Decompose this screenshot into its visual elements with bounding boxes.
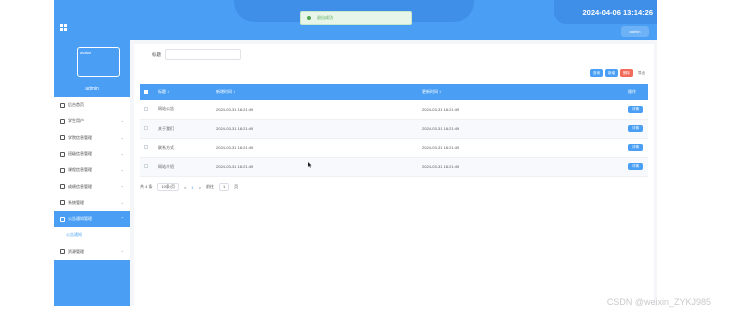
search-button[interactable]: 查询 bbox=[590, 69, 603, 77]
success-toast: 退出成功 bbox=[300, 11, 412, 25]
table-header-row: 标题 ↕ 新增时间 ↕ 更新时间 ↕ 操作 bbox=[140, 84, 648, 100]
chevron-down-icon: ⌄ bbox=[120, 199, 124, 205]
sidebar-item-label: 资源管理 bbox=[68, 248, 84, 254]
prev-page-button[interactable]: < bbox=[184, 185, 186, 190]
row-checkbox[interactable] bbox=[144, 145, 148, 149]
cell-created: 2024-03-31 18:21:49 bbox=[216, 164, 254, 169]
sidebar-item-course[interactable]: 课程信息管理 ⌄ bbox=[54, 162, 130, 178]
cell-updated: 2024-03-31 18:21:49 bbox=[422, 164, 460, 169]
table-icon bbox=[60, 249, 65, 255]
sidebar-item-notices[interactable]: 公告通知管理 ⌃ bbox=[54, 211, 130, 228]
row-checkbox[interactable] bbox=[144, 106, 148, 111]
current-page[interactable]: 1 bbox=[191, 185, 193, 190]
search-input[interactable] bbox=[165, 49, 241, 60]
sidebar-username: admin bbox=[85, 86, 99, 92]
watermark-text: CSDN @weixin_ZYKJ985 bbox=[606, 297, 711, 307]
doc-icon bbox=[60, 135, 65, 141]
sidebar-item-grades[interactable]: 成绩信息管理 ⌄ bbox=[54, 178, 130, 194]
cell-updated: 2024-03-31 18:21:49 bbox=[422, 126, 460, 131]
chevron-down-icon: ⌄ bbox=[120, 118, 124, 124]
sidebar-item-students[interactable]: 学生用户 ⌄ bbox=[54, 113, 130, 129]
datetime: 2024-04-06 13:14:26 bbox=[582, 8, 653, 17]
sidebar-item-label: 课程信息管理 bbox=[68, 167, 92, 173]
sidebar-item-label: 系统管理 bbox=[68, 199, 84, 205]
sidebar-item-label: 学生用户 bbox=[68, 118, 84, 124]
sidebar-subitem-notices[interactable]: 公告通知 bbox=[54, 227, 130, 244]
chevron-down-icon: ⌄ bbox=[120, 150, 124, 156]
cell-updated: 2024-03-31 18:21:49 bbox=[422, 145, 460, 150]
home-icon bbox=[60, 102, 65, 108]
detail-button[interactable]: 详情 bbox=[628, 144, 643, 151]
table-row: 联系方式 2024-03-31 18:21:49 2024-03-31 18:2… bbox=[140, 138, 648, 157]
sidebar-item-home[interactable]: 后台首页 bbox=[54, 97, 130, 113]
col-title[interactable]: 标题 ↕ bbox=[154, 84, 212, 100]
menu-grid-icon[interactable] bbox=[60, 24, 67, 31]
sidebar-item-class[interactable]: 班级信息管理 ⌄ bbox=[54, 146, 130, 162]
mouse-cursor-icon bbox=[308, 162, 312, 168]
select-all-checkbox[interactable] bbox=[144, 89, 148, 94]
cell-updated: 2024-03-31 18:21:49 bbox=[422, 106, 460, 112]
col-created[interactable]: 新增时间 ↕ bbox=[212, 84, 418, 100]
tag-icon bbox=[60, 151, 65, 157]
cell-title: 网站介绍 bbox=[158, 163, 174, 169]
pager-total: 共 4 条 bbox=[140, 184, 153, 189]
cell-created: 2024-03-31 18:21:49 bbox=[216, 145, 254, 150]
sidebar-item-label: 班级信息管理 bbox=[68, 151, 92, 157]
pagination: 共 4 条 10条/页 < 1 > 前往 1 页 bbox=[140, 183, 238, 191]
chevron-down-icon: ⌄ bbox=[120, 248, 124, 254]
monitor-icon bbox=[60, 118, 65, 124]
table-row: 网站公告 2024-03-31 18:21:49 2024-03-31 18:2… bbox=[140, 100, 648, 119]
next-page-button[interactable]: > bbox=[199, 185, 201, 190]
sidebar-item-label: 成绩信息管理 bbox=[68, 183, 92, 189]
sidebar-item-label: 公告通知管理 bbox=[68, 216, 92, 222]
chevron-down-icon: ⌄ bbox=[120, 167, 124, 173]
delete-button[interactable]: 删除 bbox=[620, 69, 633, 77]
success-icon bbox=[307, 16, 311, 20]
avatar: avatar bbox=[77, 47, 120, 77]
chevron-up-icon: ⌃ bbox=[120, 216, 124, 222]
chevron-down-icon: ⌄ bbox=[120, 134, 124, 140]
cell-created: 2024-03-31 18:21:49 bbox=[216, 106, 254, 112]
sidebar-item-label: 学院信息管理 bbox=[68, 134, 92, 140]
sidebar: avatar admin 后台首页 学生用户 ⌄ 学院信息管理 ⌄ 班级信息管理… bbox=[54, 40, 130, 306]
sidebar-item-college[interactable]: 学院信息管理 ⌄ bbox=[54, 130, 130, 146]
disk-icon bbox=[60, 184, 65, 190]
toast-text: 退出成功 bbox=[317, 15, 333, 20]
cell-title: 关于我们 bbox=[158, 125, 174, 131]
row-checkbox[interactable] bbox=[144, 164, 148, 168]
col-actions: 操作 bbox=[628, 89, 636, 94]
search-label: 标题 bbox=[152, 52, 161, 57]
cell-created: 2024-03-31 18:21:49 bbox=[216, 126, 254, 131]
sidebar-menu: 后台首页 学生用户 ⌄ 学院信息管理 ⌄ 班级信息管理 ⌄ 课程信息管理 ⌄ 成… bbox=[54, 97, 130, 260]
monitor-icon bbox=[60, 216, 65, 222]
sidebar-item-resources[interactable]: 资源管理 ⌄ bbox=[54, 243, 130, 259]
avatar-alt-text: avatar bbox=[80, 50, 92, 55]
main-content: 标题 查询 新增 删除 导出 标题 ↕ 新增时间 ↕ 更新时间 ↕ 操作 网站公… bbox=[134, 44, 654, 306]
sidebar-item-system[interactable]: 系统管理 ⌄ bbox=[54, 195, 130, 211]
user-dropdown-button[interactable]: admin bbox=[621, 26, 649, 37]
page-size-select[interactable]: 10条/页 bbox=[157, 183, 180, 191]
row-checkbox[interactable] bbox=[144, 126, 148, 130]
export-button[interactable]: 导出 bbox=[635, 69, 648, 77]
cell-title: 联系方式 bbox=[158, 144, 174, 150]
table-row: 关于我们 2024-03-31 18:21:49 2024-03-31 18:2… bbox=[140, 119, 648, 138]
chevron-down-icon: ⌄ bbox=[120, 183, 124, 189]
toolbar: 查询 新增 删除 导出 bbox=[590, 69, 648, 77]
notice-table: 标题 ↕ 新增时间 ↕ 更新时间 ↕ 操作 网站公告 2024-03-31 18… bbox=[140, 84, 648, 177]
gear-icon bbox=[60, 167, 65, 173]
table-row: 网站介绍 2024-03-31 18:21:49 2024-03-31 18:2… bbox=[140, 157, 648, 176]
app-window: 2024-04-06 13:14:26 admin 退出成功 avatar ad… bbox=[54, 0, 657, 306]
col-updated[interactable]: 更新时间 ↕ bbox=[418, 84, 624, 100]
goto-label: 前往 bbox=[205, 184, 214, 189]
book-icon bbox=[60, 200, 65, 206]
cell-title: 网站公告 bbox=[158, 106, 174, 112]
detail-button[interactable]: 详情 bbox=[628, 105, 643, 113]
goto-page-input[interactable]: 1 bbox=[218, 183, 230, 191]
sidebar-item-label: 后台首页 bbox=[68, 102, 84, 108]
detail-button[interactable]: 详情 bbox=[628, 163, 643, 170]
detail-button[interactable]: 详情 bbox=[628, 125, 643, 132]
add-button[interactable]: 新增 bbox=[605, 69, 618, 77]
page-unit-label: 页 bbox=[234, 184, 239, 189]
